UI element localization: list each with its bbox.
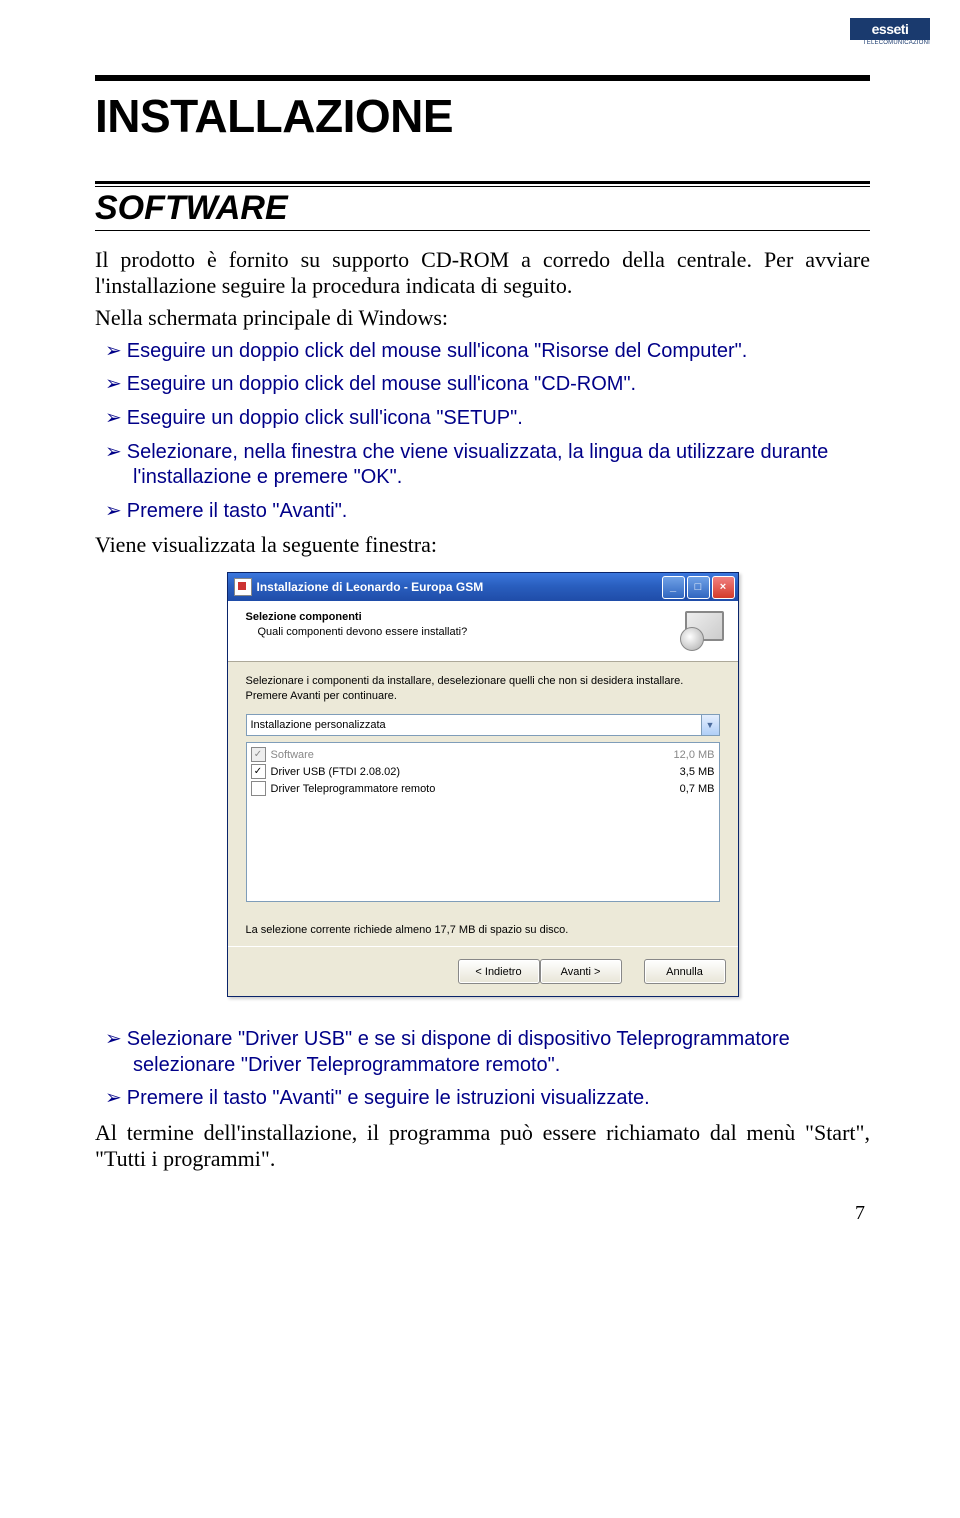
section-rule-mid (95, 186, 870, 187)
minimize-button[interactable]: _ (662, 576, 685, 599)
page-number: 7 (95, 1202, 870, 1225)
installer-window: Installazione di Leonardo - Europa GSM _… (227, 572, 739, 997)
closing-paragraph: Al termine dell'installazione, il progra… (95, 1120, 870, 1172)
wizard-body: Selezionare i componenti da installare, … (228, 662, 738, 946)
wizard-footer: < Indietro Avanti > Annulla (228, 946, 738, 996)
page-title: INSTALLAZIONE (95, 89, 870, 143)
next-button[interactable]: Avanti > (540, 959, 622, 984)
list-item: Premere il tasto "Avanti" e seguire le i… (95, 1086, 870, 1112)
list-item: Premere il tasto "Avanti". (95, 499, 870, 525)
component-size: 12,0 MB (674, 749, 715, 761)
maximize-button[interactable]: □ (687, 576, 710, 599)
intro-paragraph-2: Nella schermata principale di Windows: (95, 305, 870, 331)
component-label: Software (271, 749, 674, 761)
component-size: 0,7 MB (680, 783, 715, 795)
list-item: Eseguire un doppio click del mouse sull'… (95, 372, 870, 398)
window-buttons: _ □ × (662, 576, 735, 599)
combo-value: Installazione personalizzata (251, 719, 386, 731)
section-rule-top (95, 181, 870, 184)
close-button[interactable]: × (712, 576, 735, 599)
checkbox[interactable] (251, 781, 266, 796)
component-row[interactable]: ✓ Driver USB (FTDI 2.08.02) 3,5 MB (251, 763, 715, 780)
wizard-title: Selezione componenti (246, 611, 468, 623)
list-item: Eseguire un doppio click del mouse sull'… (95, 339, 870, 365)
install-type-combo[interactable]: Installazione personalizzata ▼ (246, 714, 720, 736)
section-heading: SOFTWARE (95, 189, 870, 230)
component-row: ✓ Software 12,0 MB (251, 746, 715, 763)
checkbox: ✓ (251, 747, 266, 762)
step-list-2: Selezionare "Driver USB" e se si dispone… (95, 1027, 870, 1112)
logo-sub: TELECOMUNICAZIONI (850, 40, 930, 46)
list-item: Selezionare "Driver USB" e se si dispone… (95, 1027, 870, 1078)
cancel-button[interactable]: Annulla (644, 959, 726, 984)
section-rule-bot (95, 230, 870, 231)
brand-logo: esseti TELECOMUNICAZIONI (850, 18, 930, 46)
app-icon (234, 578, 252, 596)
after-steps-text: Viene visualizzata la seguente finestra: (95, 532, 870, 558)
component-label: Driver Teleprogrammatore remoto (271, 783, 680, 795)
wizard-description: Selezionare i componenti da installare, … (246, 674, 720, 704)
title-rule (95, 75, 870, 81)
checkbox[interactable]: ✓ (251, 764, 266, 779)
disk-space-note: La selezione corrente richiede almeno 17… (246, 924, 720, 936)
step-list-1: Eseguire un doppio click del mouse sull'… (95, 339, 870, 525)
window-title: Installazione di Leonardo - Europa GSM (257, 580, 662, 594)
intro-paragraph-1: Il prodotto è fornito su supporto CD-ROM… (95, 247, 870, 299)
logo-text: esseti (850, 18, 930, 40)
list-item: Selezionare, nella finestra che viene vi… (95, 440, 870, 491)
chevron-down-icon: ▼ (701, 715, 719, 735)
wizard-subtitle: Quali componenti devono essere installat… (258, 626, 468, 638)
titlebar: Installazione di Leonardo - Europa GSM _… (228, 573, 738, 601)
component-row[interactable]: Driver Teleprogrammatore remoto 0,7 MB (251, 780, 715, 797)
component-size: 3,5 MB (680, 766, 715, 778)
list-item: Eseguire un doppio click sull'icona "SET… (95, 406, 870, 432)
wizard-header: Selezione componenti Quali componenti de… (228, 601, 738, 662)
component-list: ✓ Software 12,0 MB ✓ Driver USB (FTDI 2.… (246, 742, 720, 902)
component-label: Driver USB (FTDI 2.08.02) (271, 766, 680, 778)
back-button[interactable]: < Indietro (458, 959, 540, 984)
computer-disc-icon (678, 611, 726, 651)
